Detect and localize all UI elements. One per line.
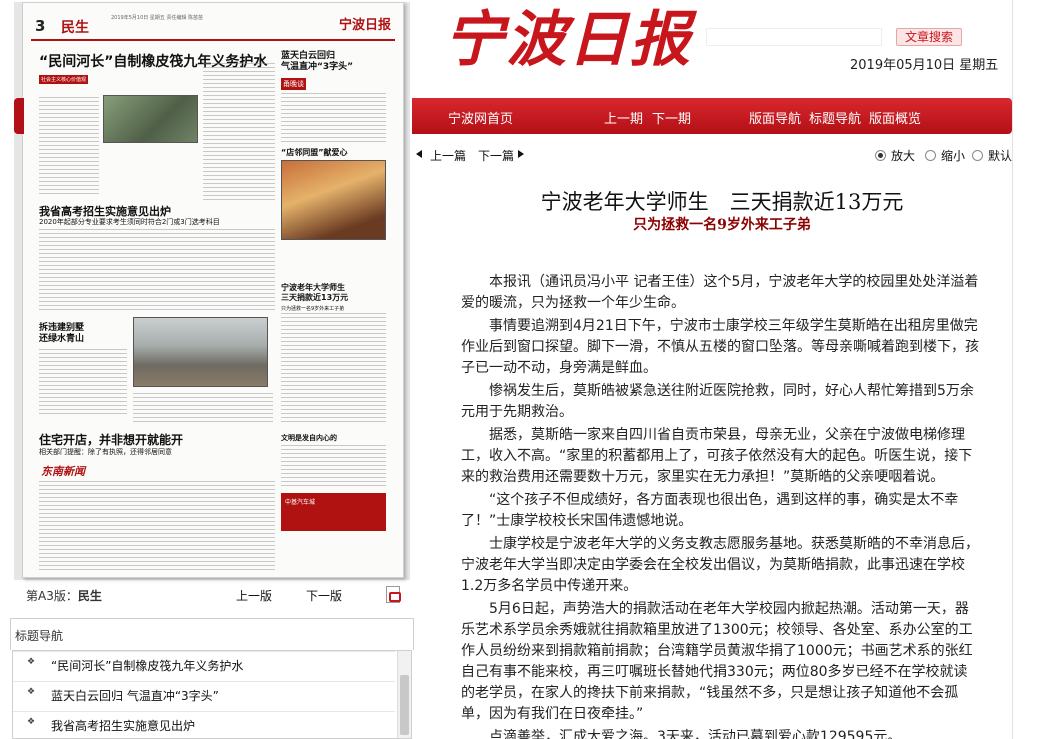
preview-housing-headline[interactable]: 住宅开店，并非想开就能开 xyxy=(39,431,183,448)
page-meta: 2019年5月10日 星期五 责任编辑 陈苗苗 xyxy=(111,15,204,21)
prev-article-link[interactable]: 上一篇 xyxy=(430,147,466,164)
dongnan-logo: 东南新闻 xyxy=(41,465,85,478)
next-page-link[interactable]: 下一版 xyxy=(306,587,342,604)
bullet-icon: ❖ xyxy=(27,687,36,697)
search-button[interactable]: 文章搜索 xyxy=(896,28,962,46)
prev-page-link[interactable]: 上一版 xyxy=(236,587,272,604)
title-nav-header: 标题导航 xyxy=(10,618,414,650)
scrollbar-thumb[interactable] xyxy=(400,675,409,735)
zoom-in-label[interactable]: 放大 xyxy=(891,147,915,164)
zoom-out-label[interactable]: 缩小 xyxy=(941,147,965,164)
article-paragraph: 惨祸发生后，莫斯皓被紧急送往附近医院抢救，同时，好心人帮忙筹措到5万余元用于先期… xyxy=(461,383,974,420)
zoom-in-radio[interactable] xyxy=(875,150,886,161)
page-navigation: 第A3版：民生 上一版 下一版 xyxy=(14,584,410,606)
pond-photo xyxy=(103,95,198,143)
text-column xyxy=(39,97,99,197)
article-paragraph: 据悉，莫斯皓一家来自四川省自贡市荣县，母亲无业，父亲在宁波做电梯修理工，收入不高… xyxy=(461,427,973,485)
article-toolbar: 上一篇 下一篇 放大 缩小 默认 xyxy=(412,144,1032,164)
title-nav-item[interactable]: ❖ 蓝天白云回归 气温直冲“3字头” xyxy=(13,681,395,707)
nav-next-issue[interactable]: 下一期 xyxy=(652,108,691,127)
scrollbar[interactable] xyxy=(397,651,411,738)
ad-block: 中基汽车城 xyxy=(281,493,386,531)
text-column xyxy=(281,93,386,143)
window-scrollbar[interactable] xyxy=(1012,0,1044,739)
article-paragraph: 事情要追溯到4月21日下午，宁波市士康学校三年级学生莫斯皓在出租房里做完作业后到… xyxy=(461,318,979,376)
zoom-default-label[interactable]: 默认 xyxy=(988,147,1012,164)
page-preview[interactable]: 3 民生 2019年5月10日 星期五 责任编辑 陈苗苗 宁波日报 “民间河长”… xyxy=(14,2,410,580)
main-nav-bar: 宁波网首页 上一期 下一期 版面导航 标题导航 版面概览 xyxy=(412,98,1012,134)
page-label: 第A3版：民生 xyxy=(26,589,102,603)
title-nav-item-label[interactable]: “民间河长”自制橡皮筏九年义务护水 xyxy=(51,657,243,674)
text-column xyxy=(39,229,275,311)
title-nav-item-label[interactable]: 蓝天白云回归 气温直冲“3字头” xyxy=(51,687,219,704)
article-paragraph: 本报讯（通讯员冯小平 记者王佳）这个5月，宁波老年大学的校园里处处洋溢着爱的暖流… xyxy=(461,274,979,311)
nav-title-guide[interactable]: 标题导航 xyxy=(809,108,861,127)
pdf-icon[interactable] xyxy=(386,586,401,603)
page-header: 3 民生 2019年5月10日 星期五 责任编辑 陈苗苗 宁波日报 xyxy=(31,11,395,41)
newspaper-page-image[interactable]: 3 民生 2019年5月10日 星期五 责任编辑 陈苗苗 宁波日报 “民间河长”… xyxy=(22,2,404,578)
preview-civil-headline[interactable]: 文明是发自内心的 xyxy=(281,433,337,443)
article-paragraph: 士康学校是宁波老年大学的义务支教志愿服务基地。获悉莫斯皓的不幸消息后，宁波老年大… xyxy=(461,536,979,594)
page-masthead: 宁波日报 xyxy=(338,18,391,33)
bullet-icon: ❖ xyxy=(27,657,36,667)
nav-bar-cap xyxy=(14,98,24,134)
text-column xyxy=(203,63,275,203)
nav-prev-issue[interactable]: 上一期 xyxy=(604,108,643,127)
next-article-link[interactable]: 下一篇 xyxy=(478,147,514,164)
triangle-left-icon xyxy=(416,150,422,158)
page-section: 民生 xyxy=(61,20,89,36)
article-paragraph: 5月6日起，声势浩大的捐款活动在老年大学校园内掀起热潮。活动第一天，器乐艺术系学… xyxy=(461,601,973,722)
preview-donation-headline[interactable]: 宁波老年大学师生 三天捐款近13万元 xyxy=(281,283,348,303)
preview-donation-sub: 只为拯救一名9岁外来工子弟 xyxy=(281,306,345,312)
nav-page-overview[interactable]: 版面概览 xyxy=(869,108,921,127)
triangle-right-icon xyxy=(518,150,524,158)
text-column xyxy=(39,481,275,571)
issue-date: 2019年05月10日 星期五 xyxy=(850,58,999,73)
article-subtitle: 只为拯救一名9岁外来工子弟 xyxy=(633,217,811,233)
masthead-logo: 宁波日报 xyxy=(444,5,692,75)
preview-housing-sub: 相关部门提醒：除了有执照，还得邻居同意 xyxy=(39,448,172,456)
title-nav-item-label[interactable]: 我省高考招生实施意见出炉 xyxy=(51,717,195,734)
text-column xyxy=(281,313,386,425)
search-input[interactable] xyxy=(706,28,882,46)
title-nav-item[interactable]: ❖ 我省高考招生实施意见出炉 xyxy=(13,711,395,737)
column-logo: 社会主义核心价值观 xyxy=(39,75,89,84)
text-column xyxy=(39,349,127,415)
preview-demolish-headline[interactable]: 拆违建别墅 还绿水青山 xyxy=(39,323,84,345)
preview-exam-sub: 2020年起部分专业要求考生须同时符合2门或3门选考科目 xyxy=(39,218,220,226)
page-number: 3 xyxy=(35,17,46,35)
article-paragraph: “这个孩子不但成绩好，各方面表现也很出色，遇到这样的事，确实是太不幸了！”士康学… xyxy=(461,492,959,529)
preview-weather-headline[interactable]: 蓝天白云回归 气温直冲“3字头” xyxy=(281,51,353,73)
zoom-default-radio[interactable] xyxy=(972,150,983,161)
preview-store-headline[interactable]: “店邻同盟”献爱心 xyxy=(281,147,348,158)
nav-page-guide[interactable]: 版面导航 xyxy=(749,108,801,127)
article-body: 本报讯（通讯员冯小平 记者王佳）这个5月，宁波老年大学的校园里处处洋溢着爱的暖流… xyxy=(461,272,981,739)
crowd-photo xyxy=(281,160,386,240)
title-nav-item[interactable]: ❖ “民间河长”自制橡皮筏九年义务护水 xyxy=(13,651,395,677)
article-paragraph: 点滴善举，汇成大爱之海。3天来，活动已募到爱心款129595元。 xyxy=(489,729,902,739)
demolition-photo xyxy=(133,317,268,387)
zoom-out-radio[interactable] xyxy=(925,150,936,161)
bullet-icon: ❖ xyxy=(27,717,36,727)
wan-logo: 甬晚谈 xyxy=(281,78,306,90)
nav-home-link[interactable]: 宁波网首页 xyxy=(448,108,513,127)
text-column xyxy=(133,393,273,423)
title-nav-heading: 标题导航 xyxy=(15,629,64,643)
text-column xyxy=(281,445,386,489)
article-title: 宁波老年大学师生 三天捐款近13万元 xyxy=(540,190,904,214)
title-nav-list: ❖ “民间河长”自制橡皮筏九年义务护水 ❖ 蓝天白云回归 气温直冲“3字头” ❖… xyxy=(12,650,412,739)
